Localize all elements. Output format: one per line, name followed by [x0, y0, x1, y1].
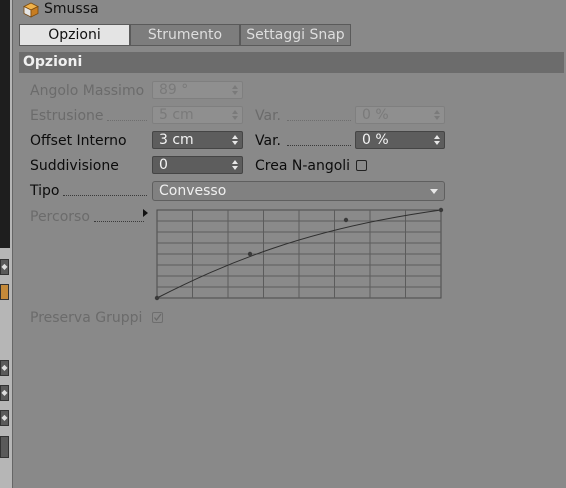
tab-opzioni[interactable]: Opzioni: [19, 24, 130, 46]
angolo-massimo-label: Angolo Massimo: [30, 83, 145, 99]
estrusione-label: Estrusione: [30, 108, 104, 124]
angolo-massimo-field[interactable]: 89 °: [152, 81, 243, 99]
leader-dots: [287, 144, 351, 146]
estrusione-var-field[interactable]: 0 %: [355, 106, 445, 124]
side-spinner[interactable]: ◆: [0, 410, 9, 426]
preserva-gruppi-checkbox[interactable]: [152, 312, 163, 323]
spinner-arrows-icon[interactable]: [434, 135, 440, 145]
estrusione-field[interactable]: 5 cm: [152, 106, 243, 124]
estrusione-value: 5 cm: [159, 107, 194, 123]
side-icon-button[interactable]: [0, 284, 9, 300]
estrusione-var-value: 0 %: [362, 107, 389, 123]
tipo-dropdown[interactable]: Convesso: [152, 181, 445, 201]
side-spinner[interactable]: ◆: [0, 360, 9, 376]
tipo-label: Tipo: [30, 183, 60, 199]
angolo-massimo-value: 89 °: [159, 82, 189, 98]
offset-interno-value: 3 cm: [159, 132, 194, 148]
suddivisione-value: 0: [159, 157, 168, 173]
tab-settaggi-snap[interactable]: Settaggi Snap: [240, 24, 351, 46]
spinner-arrows-icon[interactable]: [232, 135, 238, 145]
tipo-value: Convesso: [159, 183, 227, 199]
leader-dots: [107, 119, 147, 121]
spinner-arrows-icon[interactable]: [434, 110, 440, 120]
leader-dots: [94, 220, 144, 222]
leader-dots: [63, 194, 147, 196]
expand-arrow-icon[interactable]: [143, 209, 148, 217]
offset-var-field[interactable]: 0 %: [355, 131, 445, 149]
offset-var-label: Var.: [255, 133, 281, 149]
suddivisione-field[interactable]: 0: [152, 156, 243, 174]
offset-interno-field[interactable]: 3 cm: [152, 131, 243, 149]
side-spinner[interactable]: ◆: [0, 259, 9, 275]
attribute-panel: Smussa Opzioni Strumento Settaggi Snap O…: [12, 0, 566, 488]
spinner-arrows-icon[interactable]: [232, 85, 238, 95]
spinner-arrows-icon[interactable]: [232, 110, 238, 120]
offset-var-value: 0 %: [362, 132, 389, 148]
preserva-gruppi-label: Preserva Gruppi: [30, 310, 143, 326]
checkmark-icon: [153, 313, 162, 322]
side-spinner[interactable]: ◆: [0, 385, 9, 401]
viewport-edge: [0, 0, 10, 248]
chevron-down-icon: [430, 189, 438, 194]
estrusione-var-label: Var.: [255, 108, 281, 124]
window-title: Smussa: [44, 1, 99, 17]
section-header: Opzioni: [19, 52, 564, 73]
crea-n-angoli-label: Crea N-angoli: [255, 158, 351, 174]
suddivisione-label: Suddivisione: [30, 158, 119, 174]
percorso-label: Percorso: [30, 209, 90, 225]
cube-icon: [23, 2, 39, 18]
tab-strumento[interactable]: Strumento: [130, 24, 240, 46]
tab-bar: Opzioni Strumento Settaggi Snap: [19, 24, 351, 46]
side-panel-strip: ◆ ◆ ◆ ◆: [0, 0, 12, 488]
spinner-arrows-icon[interactable]: [232, 160, 238, 170]
title-bar: Smussa: [13, 0, 563, 20]
spline-graph[interactable]: [154, 207, 444, 301]
crea-n-angoli-checkbox[interactable]: [356, 160, 367, 171]
side-button[interactable]: [0, 436, 9, 458]
leader-dots: [287, 119, 351, 121]
offset-interno-label: Offset Interno: [30, 133, 127, 149]
